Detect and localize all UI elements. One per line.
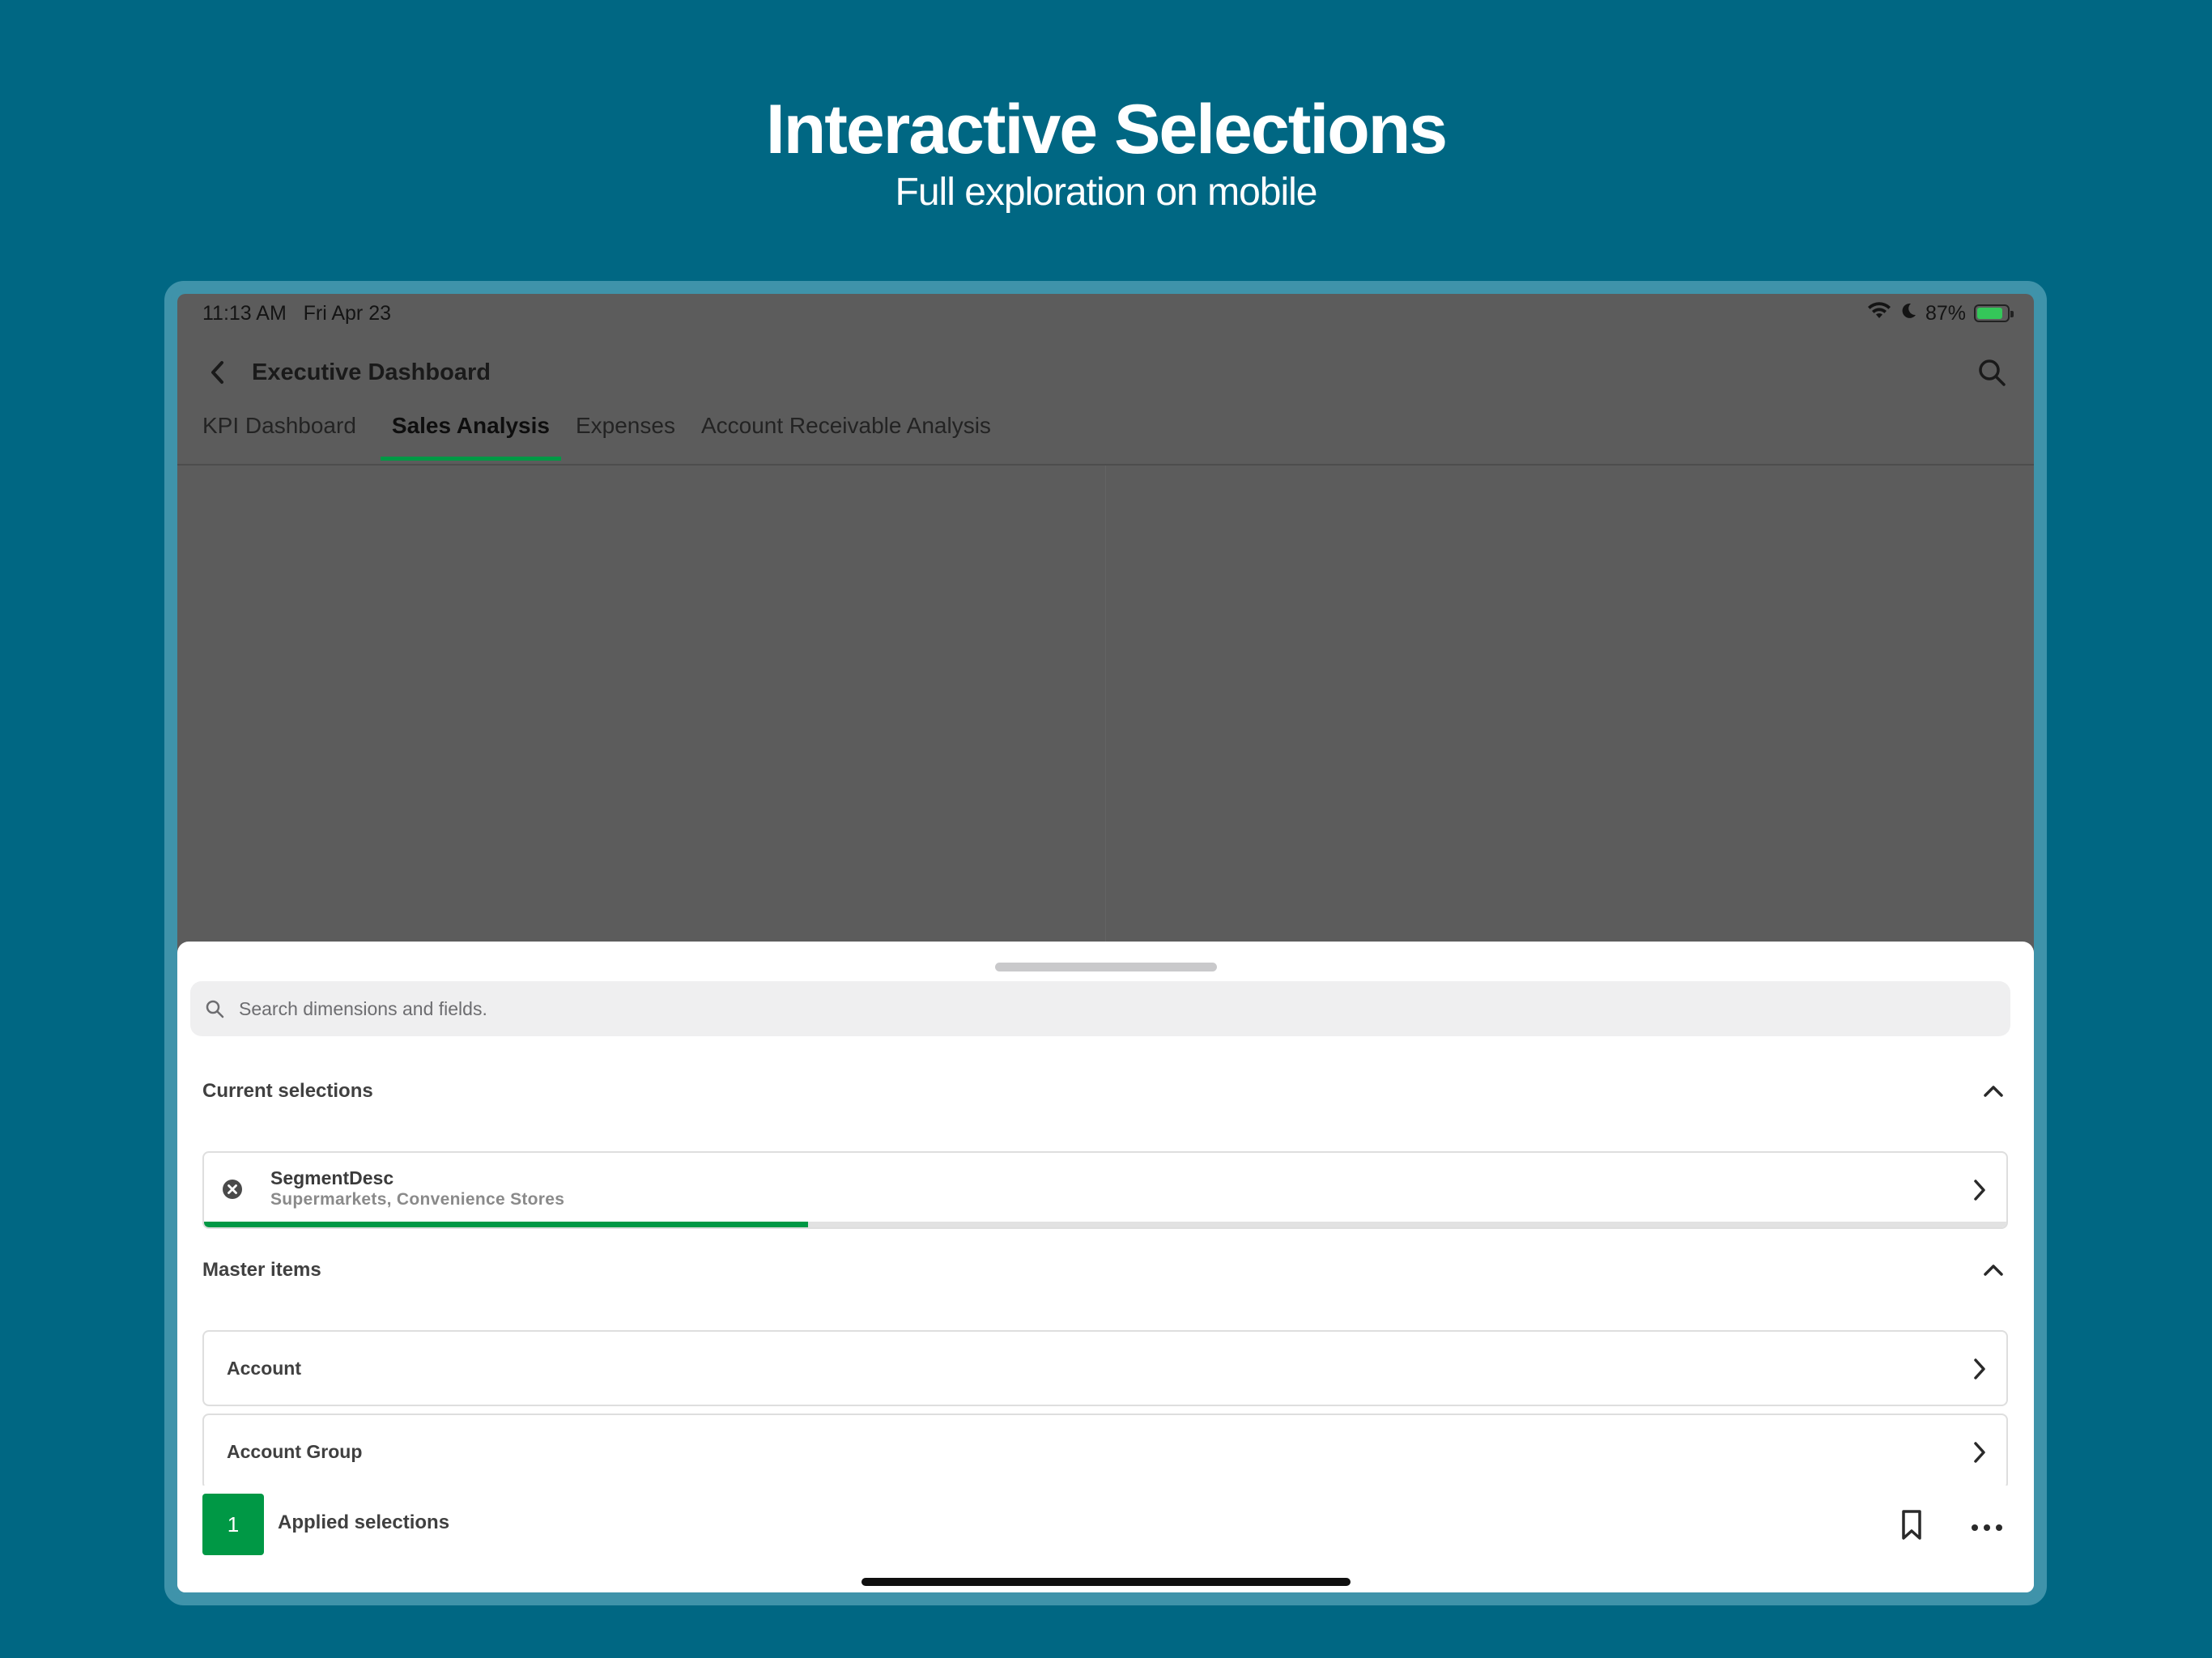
sheet-tabs: KPI Dashboard Sales Analysis Expenses Ac… bbox=[202, 407, 1017, 461]
chevron-right-icon bbox=[1967, 1354, 1992, 1384]
chevron-right-icon bbox=[1967, 1438, 1992, 1467]
moon-icon bbox=[1899, 302, 1917, 325]
applied-count-badge[interactable]: 1 bbox=[202, 1494, 264, 1555]
bookmark-button[interactable] bbox=[1895, 1505, 1928, 1545]
hero-subtitle: Full exploration on mobile bbox=[895, 171, 1318, 214]
home-indicator bbox=[861, 1578, 1351, 1586]
clear-selection-button[interactable] bbox=[220, 1177, 245, 1201]
current-selections-header: Current selections bbox=[202, 1071, 2010, 1112]
hero-title: Interactive Selections bbox=[765, 91, 1448, 168]
applied-selections-label: Applied selections bbox=[278, 1511, 450, 1533]
tab-sales-analysis[interactable]: Sales Analysis bbox=[380, 407, 562, 461]
status-time-value: 11:13 AM bbox=[202, 302, 287, 325]
selection-state-bar bbox=[204, 1222, 2006, 1227]
collapse-master-items-button[interactable] bbox=[1977, 1254, 2010, 1286]
ipad-screen: 11:13 AM Fri Apr 23 87% Executive Dashbo… bbox=[177, 294, 2034, 1592]
battery-tip bbox=[2010, 311, 2014, 317]
search-icon bbox=[205, 998, 226, 1019]
battery-fill bbox=[1977, 308, 2003, 319]
battery-charging-icon bbox=[1974, 304, 2014, 322]
selection-field-values: Supermarkets, Convenience Stores bbox=[270, 1190, 565, 1209]
battery-percent: 87% bbox=[1925, 301, 1966, 325]
selection-field-name: SegmentDesc bbox=[270, 1167, 394, 1188]
content-divider bbox=[1105, 466, 1106, 951]
chevron-right-icon bbox=[1967, 1175, 1992, 1205]
search-icon bbox=[1979, 359, 2006, 386]
master-item-label: Account Group bbox=[227, 1441, 363, 1462]
master-items-header: Master items bbox=[202, 1250, 2010, 1290]
more-options-button[interactable] bbox=[1967, 1511, 2007, 1544]
chevron-left-icon bbox=[211, 361, 223, 384]
page-title: Executive Dashboard bbox=[252, 359, 491, 385]
clear-circle-icon bbox=[223, 1180, 242, 1199]
status-date: Fri Apr 23 bbox=[303, 302, 391, 325]
master-item-account-row[interactable]: Account bbox=[202, 1330, 2008, 1406]
selection-card-segmentdesc[interactable]: SegmentDesc Supermarkets, Convenience St… bbox=[202, 1151, 2008, 1229]
current-selections-title: Current selections bbox=[202, 1080, 373, 1102]
more-horizontal-icon bbox=[1972, 1524, 2002, 1531]
sheet-grabber[interactable] bbox=[995, 963, 1217, 971]
status-time: 11:13 AM Fri Apr 23 bbox=[202, 302, 391, 325]
search-button[interactable] bbox=[1972, 352, 2011, 393]
chevron-up-icon bbox=[1984, 1265, 2003, 1276]
master-item-label: Account bbox=[227, 1358, 301, 1379]
selection-state-fill bbox=[204, 1222, 808, 1227]
selections-sheet: Current selections SegmentDesc Supermark… bbox=[177, 942, 2034, 1592]
wifi-icon bbox=[1867, 301, 1891, 325]
search-field[interactable] bbox=[190, 981, 2010, 1036]
search-input[interactable] bbox=[237, 997, 2010, 1021]
bookmark-icon bbox=[1902, 1510, 1921, 1540]
sheet-footer: 1 Applied selections bbox=[177, 1486, 2034, 1592]
tab-account-receivable-analysis[interactable]: Account Receivable Analysis bbox=[701, 407, 1002, 452]
tab-kpi-dashboard[interactable]: KPI Dashboard bbox=[202, 407, 368, 452]
master-item-account-group-row[interactable]: Account Group bbox=[202, 1414, 2008, 1490]
back-button[interactable] bbox=[202, 352, 234, 393]
master-items-title: Master items bbox=[202, 1259, 321, 1281]
tab-expenses[interactable]: Expenses bbox=[576, 407, 687, 452]
collapse-current-selections-button[interactable] bbox=[1977, 1075, 2010, 1107]
chevron-up-icon bbox=[1984, 1086, 2003, 1097]
status-indicators: 87% bbox=[1867, 300, 2014, 326]
